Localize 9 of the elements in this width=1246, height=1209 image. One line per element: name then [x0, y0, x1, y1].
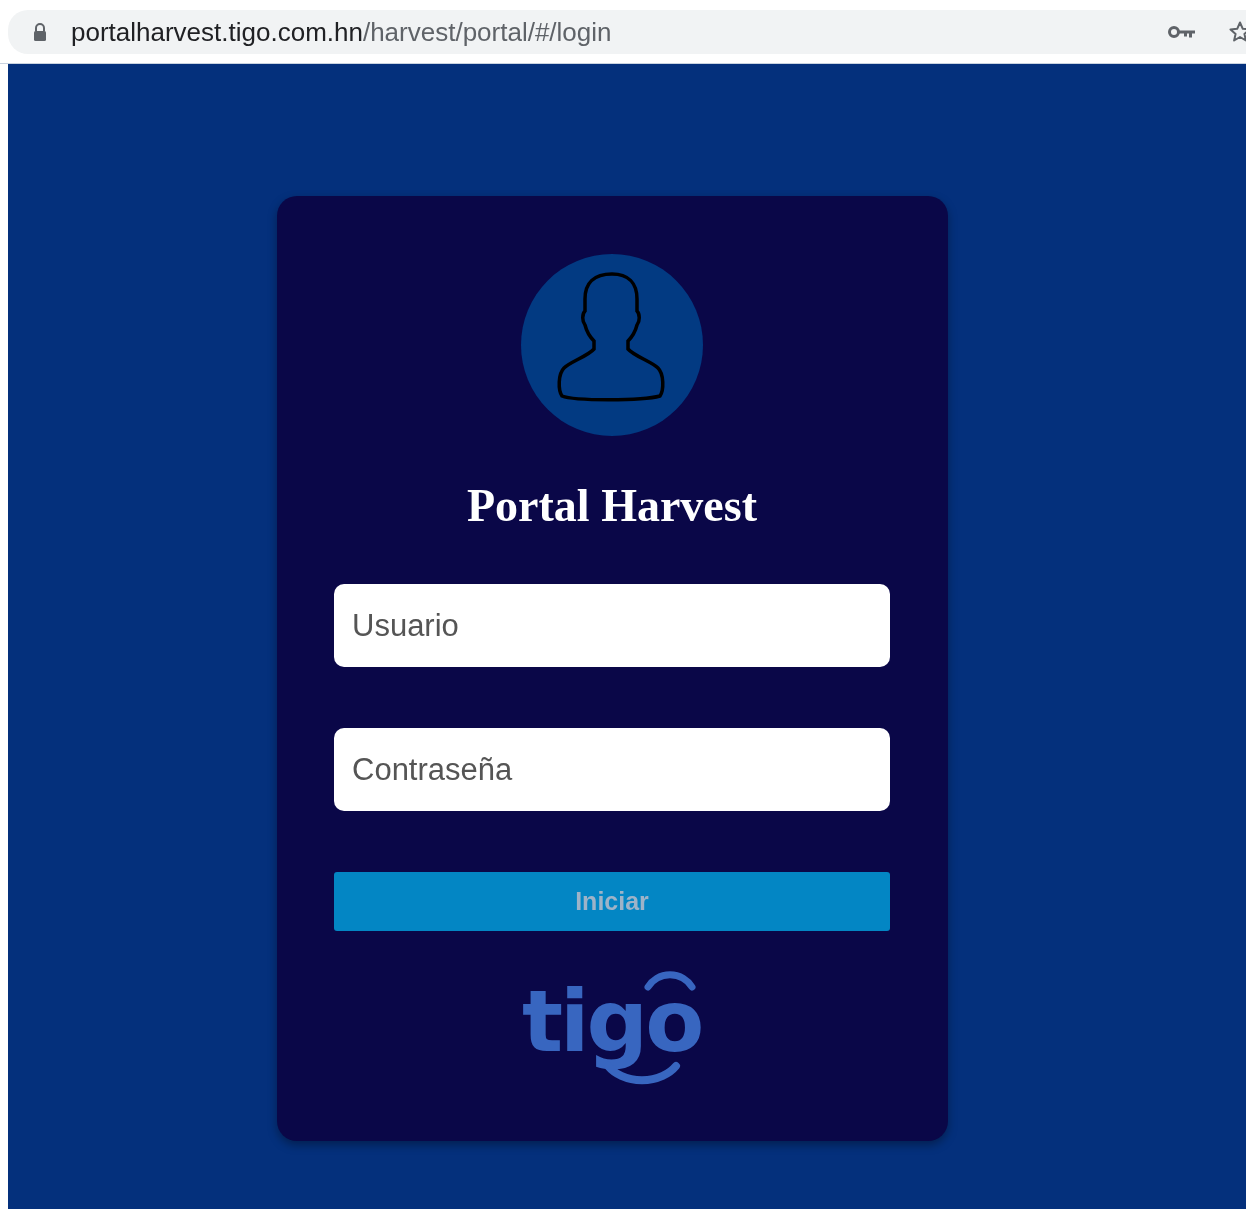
- username-field[interactable]: Usuario: [334, 584, 890, 667]
- lock-icon: [33, 23, 47, 41]
- address-bar[interactable]: portalharvest.tigo.com.hn/harvest/portal/#/login: [8, 10, 1246, 54]
- star-icon[interactable]: [1228, 20, 1246, 44]
- key-icon[interactable]: [1168, 25, 1196, 39]
- password-field[interactable]: Contraseña: [334, 728, 890, 811]
- login-title: Portal Harvest: [467, 479, 757, 533]
- tigo-logo: tigo: [522, 971, 702, 1089]
- url-text: portalharvest.tigo.com.hn/harvest/portal/#/login: [71, 16, 613, 48]
